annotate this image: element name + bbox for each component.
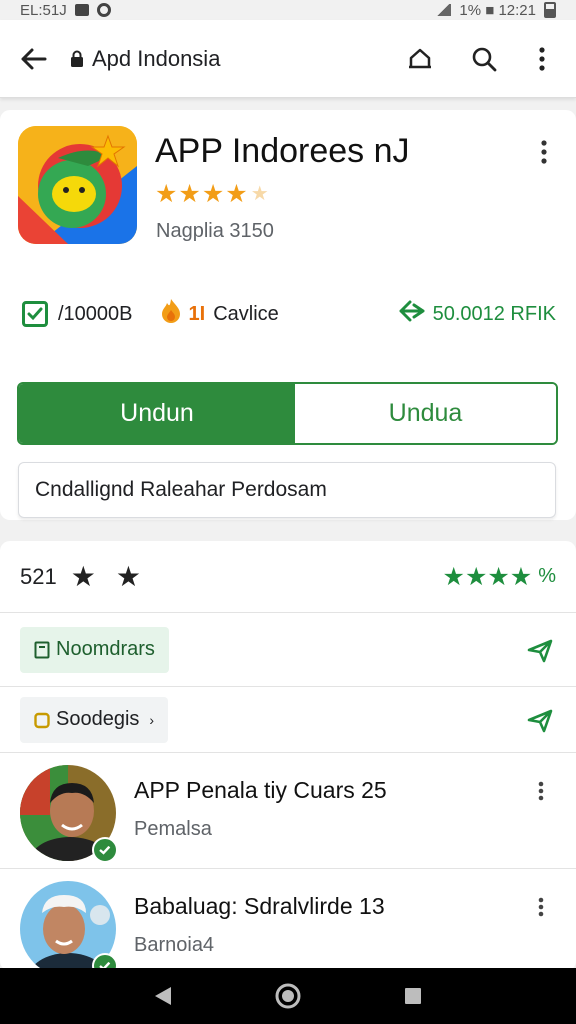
review-score: 521 bbox=[20, 563, 57, 589]
send-icon bbox=[527, 639, 553, 662]
list-item-subtitle: Pemalsa bbox=[134, 818, 212, 840]
filter-chip-1[interactable]: Noomdrars bbox=[20, 626, 169, 673]
more-vert-icon bbox=[538, 897, 544, 917]
star-icon: ★ bbox=[464, 562, 488, 591]
home-outline-icon bbox=[409, 48, 431, 68]
install-button[interactable]: Undun bbox=[19, 384, 295, 443]
downloads-stat: /10000B bbox=[22, 301, 133, 327]
more-vert-icon bbox=[538, 781, 544, 801]
share-button[interactable] bbox=[526, 637, 554, 663]
app-stats: /10000B 1I Cavlice 50.0012 RFIK bbox=[22, 298, 556, 330]
list-item-title: Babaluag: Sdralvlirde 13 bbox=[134, 893, 385, 919]
rating-count-stat: 50.0012 RFIK bbox=[399, 299, 556, 329]
app-logo-icon bbox=[18, 126, 137, 244]
status-time: EL:51J bbox=[20, 1, 67, 19]
status-right-text: 1% ■ 12:21 bbox=[459, 1, 536, 19]
nav-home-button[interactable] bbox=[268, 976, 308, 1016]
list-item[interactable]: Babaluag: Sdralvlirde 13 Barnoia4 bbox=[0, 869, 576, 971]
document-icon bbox=[34, 641, 50, 659]
check-icon bbox=[22, 301, 48, 327]
page-title: Apd Indonsia bbox=[92, 45, 221, 71]
rating-percent: % bbox=[538, 565, 556, 587]
rating-count-value: 50.0012 RFIK bbox=[432, 302, 556, 325]
status-bar: EL:51J 1% ■ 12:21 bbox=[0, 0, 576, 20]
nav-back-button[interactable] bbox=[143, 976, 183, 1016]
filter-row-2: Soodegis › bbox=[0, 687, 576, 753]
fire-label: Cavlice bbox=[213, 302, 279, 325]
share-icon bbox=[399, 299, 425, 329]
fire-count: 1I bbox=[188, 302, 206, 325]
app-rating: ★ ★ ★ ★ ★ bbox=[155, 180, 269, 208]
star-icon: ★ bbox=[70, 561, 96, 592]
nav-recents-button[interactable] bbox=[393, 976, 433, 1016]
share-button[interactable] bbox=[526, 707, 554, 733]
send-icon bbox=[527, 709, 553, 732]
star-icon: ★ bbox=[509, 562, 533, 591]
item-overflow-button[interactable] bbox=[526, 897, 556, 917]
lock-icon bbox=[66, 50, 88, 68]
star-icon: ★ bbox=[487, 562, 510, 591]
list-item-title: APP Penala tiy Cuars 25 bbox=[134, 777, 387, 803]
battery-icon bbox=[544, 2, 556, 18]
filter-row-1: Noomdrars bbox=[0, 613, 576, 687]
app-bar: Apd Indonsia bbox=[0, 20, 576, 98]
score-row: 521 ★ ★ ★ ★ ★ ★ % bbox=[0, 541, 576, 613]
release-note-text: Cndallignd Raleahar Perdosam bbox=[35, 478, 327, 501]
filter-chip-2[interactable]: Soodegis › bbox=[20, 696, 169, 743]
star-icon: ★ bbox=[442, 562, 465, 591]
app-overflow-button[interactable] bbox=[524, 132, 564, 172]
tag-icon bbox=[34, 711, 50, 729]
bookmark-button[interactable] bbox=[388, 20, 452, 98]
release-note-field[interactable]: Cndallignd Raleahar Perdosam bbox=[18, 462, 556, 518]
star-icon: ★ bbox=[225, 180, 248, 208]
list-item[interactable]: APP Penala tiy Cuars 25 Pemalsa bbox=[0, 753, 576, 885]
triangle-back-icon bbox=[154, 987, 171, 1005]
star-icon: ★ bbox=[155, 180, 178, 208]
search-button[interactable] bbox=[452, 20, 516, 98]
signal-icon bbox=[435, 4, 452, 16]
reviews-card: 521 ★ ★ ★ ★ ★ ★ % Noomdrars Soodegis › A… bbox=[0, 541, 576, 971]
app-name: APP Indorees nJ bbox=[155, 132, 410, 170]
downloads-value: /10000B bbox=[58, 302, 133, 325]
verified-badge-icon bbox=[92, 837, 118, 863]
download-button[interactable]: Undua bbox=[295, 384, 556, 443]
green-rating: ★ ★ ★ ★ % bbox=[443, 562, 556, 592]
star-icon: ★ bbox=[178, 180, 201, 208]
avatar bbox=[20, 881, 118, 971]
app-detail-card: APP Indorees nJ ★ ★ ★ ★ ★ Nagplia 3150 /… bbox=[0, 110, 576, 520]
item-overflow-button[interactable] bbox=[526, 781, 556, 801]
star-icon: ★ bbox=[115, 561, 141, 592]
star-icon: ★ bbox=[201, 180, 225, 208]
sync-icon bbox=[96, 3, 111, 17]
list-item-subtitle: Barnoia4 bbox=[134, 934, 215, 956]
search-icon bbox=[472, 47, 497, 71]
back-button[interactable] bbox=[0, 20, 66, 98]
home-circle-icon bbox=[275, 983, 301, 1009]
avatar bbox=[20, 765, 118, 885]
chevron-right-icon: › bbox=[149, 711, 155, 728]
more-vert-icon bbox=[539, 46, 545, 71]
square-recents-icon bbox=[405, 988, 422, 1004]
star-half-icon: ★ bbox=[250, 183, 269, 205]
arrow-left-icon bbox=[21, 48, 47, 69]
install-button-group: Undun Undua bbox=[17, 382, 558, 445]
overflow-menu-button[interactable] bbox=[516, 20, 568, 98]
notification-icon bbox=[74, 4, 89, 16]
more-vert-icon bbox=[541, 140, 547, 164]
popularity-stat: 1I Cavlice bbox=[133, 298, 279, 330]
app-developer: Nagplia 3150 bbox=[156, 220, 274, 242]
filter-chip-label: Soodegis bbox=[56, 708, 140, 730]
system-nav-bar bbox=[0, 968, 576, 1024]
filter-chip-label: Noomdrars bbox=[56, 638, 155, 660]
fire-icon bbox=[161, 298, 181, 330]
